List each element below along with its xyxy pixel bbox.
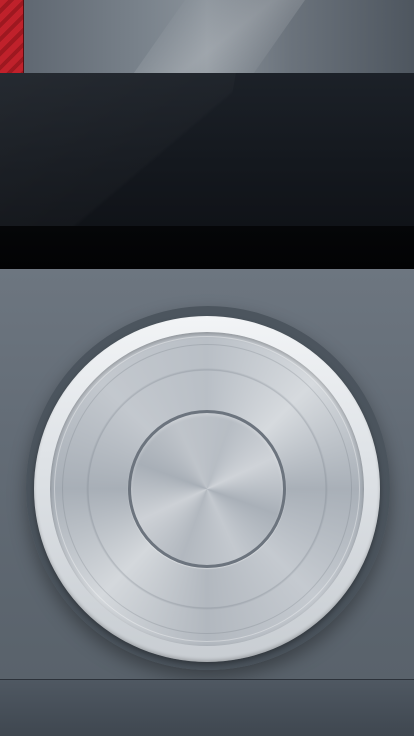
top-bar — [0, 0, 414, 73]
bottom-strip — [0, 679, 414, 736]
display-bottom-bezel — [0, 226, 414, 269]
red-tab-icon[interactable] — [0, 0, 24, 73]
music-player-app — [0, 0, 414, 736]
center-select-button[interactable] — [128, 410, 286, 568]
display-screen — [0, 73, 414, 226]
